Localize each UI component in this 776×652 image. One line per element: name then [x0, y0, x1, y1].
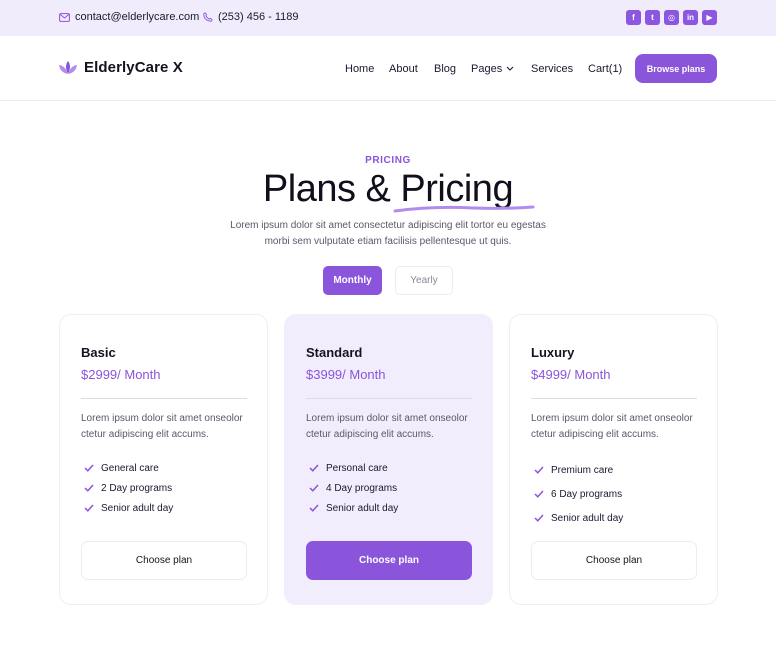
- plan-name: Standard: [306, 345, 363, 360]
- lotus-icon: [59, 60, 77, 74]
- check-icon: [309, 484, 319, 492]
- feature-item: 2 Day programs: [84, 478, 173, 498]
- choose-plan-button-luxury[interactable]: Choose plan: [531, 541, 697, 580]
- linkedin-icon[interactable]: in: [683, 10, 698, 25]
- nav-item-services[interactable]: Services: [531, 63, 573, 75]
- divider: [81, 398, 247, 399]
- nav-item-blog[interactable]: Blog: [434, 63, 456, 75]
- check-icon: [534, 466, 544, 474]
- plan-features: Premium care 6 Day programs Senior adult…: [534, 458, 623, 530]
- feature-label: General care: [101, 462, 159, 474]
- contact-email[interactable]: contact@elderlycare.com: [59, 11, 199, 23]
- check-icon: [84, 484, 94, 492]
- feature-item: Senior adult day: [534, 506, 623, 530]
- check-icon: [309, 504, 319, 512]
- check-icon: [534, 514, 544, 522]
- check-icon: [84, 504, 94, 512]
- feature-label: 2 Day programs: [101, 482, 173, 494]
- social-links: f t ◎ in ▶: [626, 10, 717, 25]
- plan-description: Lorem ipsum dolor sit amet onseolor ctet…: [306, 413, 468, 440]
- plan-price: $3999/ Month: [306, 367, 386, 382]
- feature-label: Personal care: [326, 462, 388, 474]
- plan-price: $2999/ Month: [81, 367, 161, 382]
- mail-icon: [59, 12, 70, 22]
- browse-plans-button[interactable]: Browse plans: [635, 54, 717, 83]
- feature-item: Personal care: [309, 458, 398, 478]
- brand-logo[interactable]: ElderlyCare X: [58, 59, 183, 76]
- feature-label: 6 Day programs: [551, 488, 623, 500]
- feature-item: Premium care: [534, 458, 623, 482]
- billing-toggle-yearly[interactable]: Yearly: [395, 266, 453, 295]
- instagram-icon[interactable]: ◎: [664, 10, 679, 25]
- chevron-down-icon: [506, 66, 514, 71]
- title-underline-decoration: [393, 205, 535, 213]
- feature-item: Senior adult day: [309, 498, 398, 518]
- feature-label: 4 Day programs: [326, 482, 398, 494]
- plan-card-basic: Basic $2999/ Month Lorem ipsum dolor sit…: [59, 314, 268, 605]
- contact-phone[interactable]: (253) 456 - 1189: [203, 11, 299, 23]
- plan-name: Basic: [81, 345, 116, 360]
- nav-item-pages-label: Pages: [471, 63, 503, 75]
- page-title: Plans & Pricing: [262, 168, 514, 210]
- contact-email-text: contact@elderlycare.com: [75, 11, 200, 23]
- plan-description: Lorem ipsum dolor sit amet onseolor ctet…: [531, 413, 693, 440]
- feature-item: Senior adult day: [84, 498, 173, 518]
- nav-item-cart[interactable]: Cart(1): [588, 63, 622, 75]
- top-bar: contact@elderlycare.com (253) 456 - 1189…: [0, 0, 776, 36]
- plan-features: General care 2 Day programs Senior adult…: [84, 458, 173, 518]
- youtube-icon[interactable]: ▶: [702, 10, 717, 25]
- section-eyebrow: PRICING: [365, 155, 411, 166]
- check-icon: [84, 464, 94, 472]
- feature-item: 6 Day programs: [534, 482, 623, 506]
- plan-features: Personal care 4 Day programs Senior adul…: [309, 458, 398, 518]
- nav-item-pages[interactable]: Pages: [471, 63, 516, 75]
- feature-label: Senior adult day: [551, 512, 624, 524]
- nav-item-about[interactable]: About: [389, 63, 418, 75]
- plan-card-luxury: Luxury $4999/ Month Lorem ipsum dolor si…: [509, 314, 718, 605]
- nav-item-home[interactable]: Home: [345, 63, 374, 75]
- main-nav: ElderlyCare X Home About Blog Pages Serv…: [0, 36, 776, 101]
- plan-name: Luxury: [531, 345, 575, 360]
- contact-phone-text: (253) 456 - 1189: [218, 11, 299, 23]
- feature-label: Premium care: [551, 464, 614, 476]
- plan-price: $4999/ Month: [531, 367, 611, 382]
- twitter-icon[interactable]: t: [645, 10, 660, 25]
- feature-item: 4 Day programs: [309, 478, 398, 498]
- facebook-icon[interactable]: f: [626, 10, 641, 25]
- brand-name: ElderlyCare X: [84, 59, 183, 76]
- check-icon: [534, 490, 544, 498]
- section-description: Lorem ipsum dolor sit amet consectetur a…: [230, 220, 546, 247]
- divider: [306, 398, 472, 399]
- choose-plan-button-basic[interactable]: Choose plan: [81, 541, 247, 580]
- choose-plan-button-standard[interactable]: Choose plan: [306, 541, 472, 580]
- divider: [531, 398, 697, 399]
- check-icon: [309, 464, 319, 472]
- phone-icon: [203, 12, 213, 22]
- plan-description: Lorem ipsum dolor sit amet onseolor ctet…: [81, 413, 243, 440]
- feature-label: Senior adult day: [326, 502, 399, 514]
- feature-item: General care: [84, 458, 173, 478]
- plan-card-standard: Standard $3999/ Month Lorem ipsum dolor …: [284, 314, 493, 605]
- billing-toggle-monthly[interactable]: Monthly: [323, 266, 382, 295]
- feature-label: Senior adult day: [101, 502, 174, 514]
